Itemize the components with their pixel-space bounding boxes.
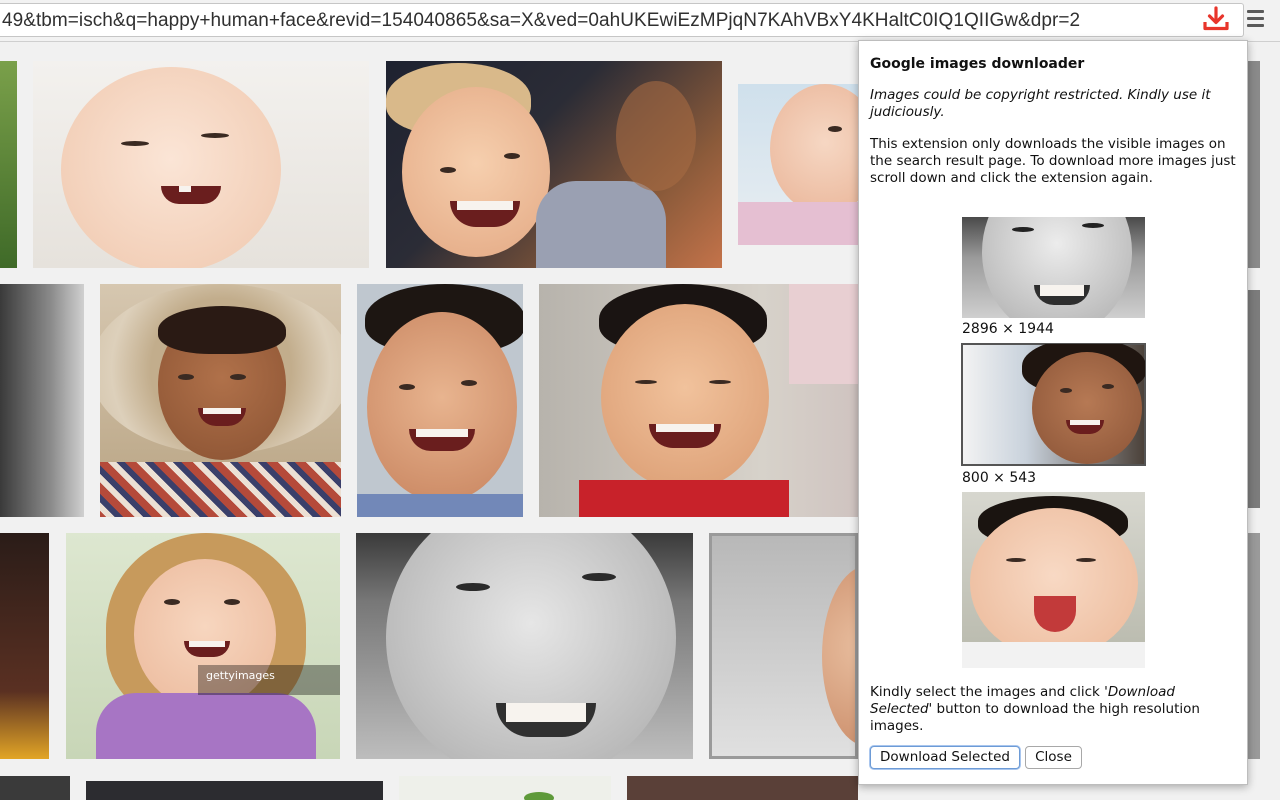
result-image[interactable]	[1248, 61, 1260, 268]
extension-info: This extension only downloads the visibl…	[870, 136, 1236, 186]
result-image[interactable]	[356, 533, 693, 759]
result-image[interactable]	[1248, 290, 1260, 508]
browser-menu-button[interactable]	[1244, 6, 1274, 34]
candidate-image-selected[interactable]	[961, 343, 1146, 466]
result-image[interactable]	[86, 781, 383, 800]
result-image[interactable]	[0, 776, 70, 800]
candidate-image[interactable]	[962, 492, 1145, 668]
url-text: 49&tbm=isch&q=happy+human+face&revid=154…	[2, 10, 1081, 31]
browser-toolbar: 49&tbm=isch&q=happy+human+face&revid=154…	[0, 0, 1280, 42]
result-image[interactable]	[738, 84, 868, 245]
result-image[interactable]: gettyimages	[66, 533, 340, 759]
popup-instructions: Kindly select the images and click 'Down…	[870, 684, 1200, 734]
result-image[interactable]	[100, 284, 341, 517]
result-image[interactable]	[33, 61, 369, 268]
download-arrow-icon	[1203, 6, 1229, 31]
address-bar[interactable]: 49&tbm=isch&q=happy+human+face&revid=154…	[0, 3, 1244, 37]
candidate-image-size: 2896 × 1944	[962, 321, 1054, 337]
result-image[interactable]	[709, 533, 858, 759]
result-image[interactable]	[0, 61, 17, 268]
result-image[interactable]	[386, 61, 722, 268]
result-image[interactable]	[0, 533, 49, 759]
extension-popup: Google images downloader Images could be…	[858, 40, 1248, 785]
result-image[interactable]	[399, 776, 611, 800]
popup-title: Google images downloader	[870, 56, 1085, 72]
result-image[interactable]	[0, 284, 84, 517]
candidate-image-size: 800 × 543	[962, 470, 1037, 486]
extension-download-button[interactable]	[1198, 4, 1234, 36]
result-image[interactable]	[539, 284, 858, 517]
close-button[interactable]: Close	[1025, 746, 1082, 769]
result-image[interactable]	[1248, 533, 1260, 759]
download-selected-button[interactable]: Download Selected	[870, 746, 1020, 769]
copyright-warning: Images could be copyright restricted. Ki…	[870, 87, 1211, 120]
candidate-image[interactable]	[962, 217, 1145, 318]
result-image[interactable]	[627, 776, 858, 800]
result-image[interactable]	[357, 284, 523, 517]
gettyimages-watermark: gettyimages	[198, 665, 340, 695]
